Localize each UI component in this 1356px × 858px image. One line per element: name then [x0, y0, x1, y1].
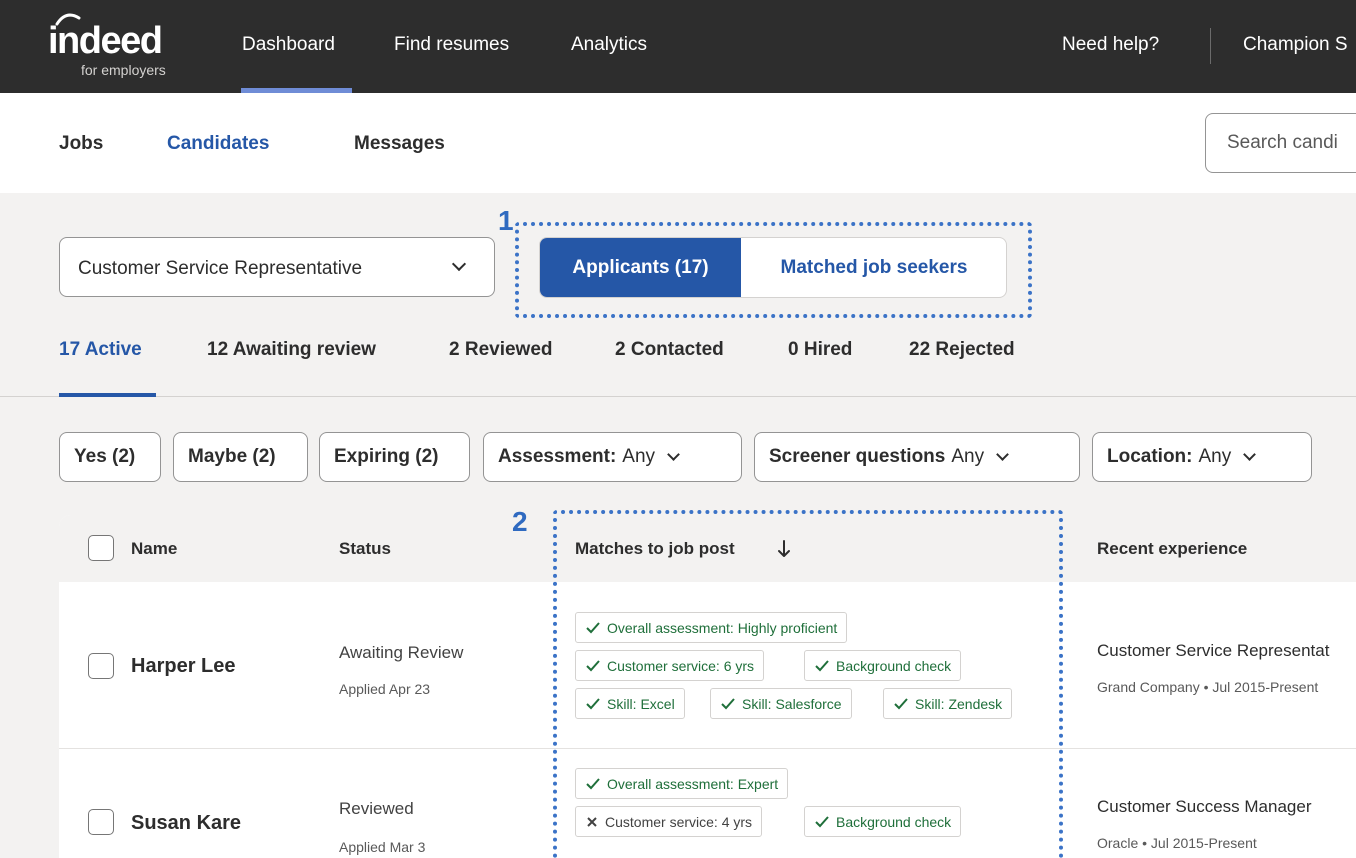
- row-checkbox[interactable]: [88, 653, 114, 679]
- annotation-box-2: [553, 510, 1063, 858]
- filter-yes-label: Yes (2): [74, 446, 136, 467]
- top-navigation: indeed for employers Dashboard Find resu…: [0, 0, 1356, 93]
- filter-expiring[interactable]: Expiring (2): [319, 432, 470, 482]
- sub-navigation: Jobs Candidates Messages: [0, 93, 1356, 193]
- subnav-candidates[interactable]: Candidates: [167, 133, 269, 155]
- experience-subtitle: Grand Company • Jul 2015-Present: [1097, 679, 1319, 695]
- job-select-dropdown[interactable]: Customer Service Representative: [59, 237, 495, 297]
- nav-analytics[interactable]: Analytics: [571, 34, 647, 56]
- filter-location[interactable]: Location: Any: [1092, 432, 1312, 482]
- logo-wordmark: indeed: [48, 20, 163, 62]
- experience-subtitle: Oracle • Jul 2015-Present: [1097, 835, 1257, 851]
- candidate-name[interactable]: Susan Kare: [131, 812, 241, 835]
- tabs-divider: [0, 396, 1356, 397]
- experience-title: Customer Service Representat: [1097, 641, 1330, 660]
- active-tab-indicator: [59, 393, 156, 397]
- filter-maybe-label: Maybe (2): [188, 446, 276, 467]
- filter-maybe[interactable]: Maybe (2): [173, 432, 308, 482]
- indeed-logo[interactable]: indeed for employers: [48, 13, 198, 78]
- header-name[interactable]: Name: [131, 539, 177, 559]
- subnav-messages[interactable]: Messages: [354, 133, 445, 155]
- filter-screener-label: Screener questions: [769, 446, 946, 467]
- row-checkbox[interactable]: [88, 809, 114, 835]
- nav-divider: [1210, 28, 1211, 64]
- nav-dashboard[interactable]: Dashboard: [242, 34, 335, 56]
- subnav-jobs[interactable]: Jobs: [59, 133, 103, 155]
- header-recent-experience[interactable]: Recent experience: [1097, 539, 1247, 559]
- header-status[interactable]: Status: [339, 539, 391, 559]
- experience-title: Customer Success Manager: [1097, 797, 1312, 816]
- annotation-box-1: [515, 222, 1032, 318]
- filter-assessment-value: Any: [622, 446, 656, 467]
- tab-awaiting-review[interactable]: 12 Awaiting review: [207, 339, 376, 361]
- filter-assessment-label: Assessment:: [498, 446, 617, 467]
- filter-screener-questions[interactable]: Screener questions Any: [754, 432, 1080, 482]
- need-help-link[interactable]: Need help?: [1062, 34, 1159, 56]
- search-candidates-input[interactable]: [1205, 113, 1356, 173]
- filter-expiring-label: Expiring (2): [334, 446, 439, 467]
- chevron-down-icon: [996, 447, 1009, 461]
- annotation-number-1: 1: [498, 205, 514, 236]
- account-menu[interactable]: Champion S: [1243, 34, 1348, 56]
- tab-rejected[interactable]: 22 Rejected: [909, 339, 1015, 361]
- tab-contacted[interactable]: 2 Contacted: [615, 339, 724, 361]
- logo-subtitle: for employers: [81, 62, 166, 78]
- tab-hired[interactable]: 0 Hired: [788, 339, 852, 361]
- tab-reviewed[interactable]: 2 Reviewed: [449, 339, 553, 361]
- chevron-down-icon: [1243, 447, 1257, 461]
- filter-yes[interactable]: Yes (2): [59, 432, 161, 482]
- annotation-number-2: 2: [512, 506, 528, 537]
- candidate-status: Reviewed: [339, 799, 414, 818]
- select-all-checkbox[interactable]: [88, 535, 114, 561]
- filter-screener-value: Any: [951, 446, 985, 467]
- tab-active[interactable]: 17 Active: [59, 339, 142, 361]
- job-select-value: Customer Service Representative: [78, 258, 363, 279]
- filter-location-label: Location:: [1107, 446, 1193, 467]
- nav-find-resumes[interactable]: Find resumes: [394, 34, 509, 56]
- candidate-name[interactable]: Harper Lee: [131, 655, 236, 678]
- candidate-applied-date: Applied Apr 23: [339, 681, 431, 697]
- chevron-down-icon: [451, 256, 467, 272]
- filter-assessment[interactable]: Assessment: Any: [483, 432, 742, 482]
- chevron-down-icon: [667, 447, 680, 461]
- candidate-status: Awaiting Review: [339, 643, 464, 662]
- candidate-applied-date: Applied Mar 3: [339, 839, 426, 855]
- filter-location-value: Any: [1198, 446, 1232, 467]
